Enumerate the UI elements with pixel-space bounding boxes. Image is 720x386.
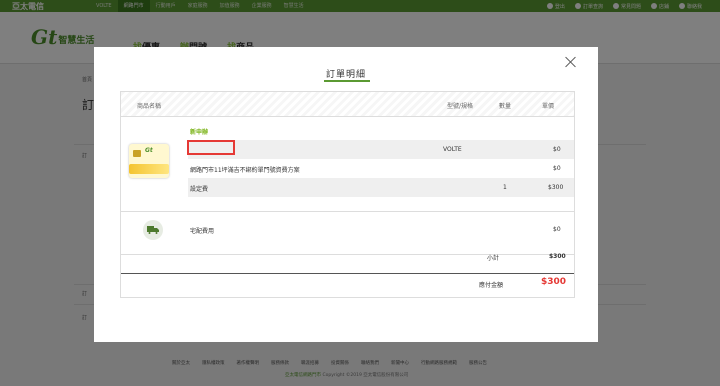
group-label: 新申辦: [190, 129, 209, 136]
divider: [121, 211, 574, 212]
subtotal-label: 小計: [487, 255, 500, 262]
modal-title: 訂單明細: [325, 70, 366, 80]
row-price: $0: [553, 146, 561, 153]
row-setup-fee: 設定費: [190, 186, 209, 193]
table-row: 設定費 1 $300: [188, 178, 574, 197]
table-row: 網路門市11坪滿吉不綁約單門號資費方案 $0: [188, 159, 574, 178]
sim-chip: [133, 150, 141, 157]
order-table: 商品名稱 型號/規格 數量 單價 Gt 新申辦 VOLTE $0 網路門市11坪…: [120, 91, 575, 298]
shipping-label: 宅配費用: [190, 228, 215, 235]
total-amount: $300: [541, 277, 567, 287]
table-row: VOLTE $0: [188, 140, 574, 159]
total-label: 應付金額: [479, 282, 504, 289]
col-model: 型號/規格: [447, 103, 474, 110]
col-product-name: 商品名稱: [137, 103, 162, 110]
divider: [121, 273, 574, 274]
shipping-price: $0: [553, 226, 561, 233]
table-header: 商品名稱 型號/規格 數量 單價: [121, 92, 574, 117]
truck-icon: [143, 220, 163, 240]
row-model: VOLTE: [443, 146, 462, 153]
sim-card-image: Gt: [129, 144, 169, 178]
row-price: $0: [553, 165, 561, 172]
col-price: 單價: [542, 103, 555, 110]
divider: [121, 254, 574, 255]
row-price: $300: [548, 184, 564, 191]
sim-logo: Gt: [145, 147, 153, 154]
order-detail-modal: 訂單明細 商品名稱 型號/規格 數量 單價 Gt 新申辦 VOLTE $0 網路…: [94, 47, 598, 342]
row-plan-name: 網路門市11坪滿吉不綁約單門號資費方案: [190, 167, 300, 174]
subtotal-amount: $300: [549, 253, 566, 260]
highlight-box: [187, 140, 235, 155]
col-qty: 數量: [499, 103, 512, 110]
title-underline: [324, 80, 370, 82]
row-qty: 1: [503, 184, 507, 191]
